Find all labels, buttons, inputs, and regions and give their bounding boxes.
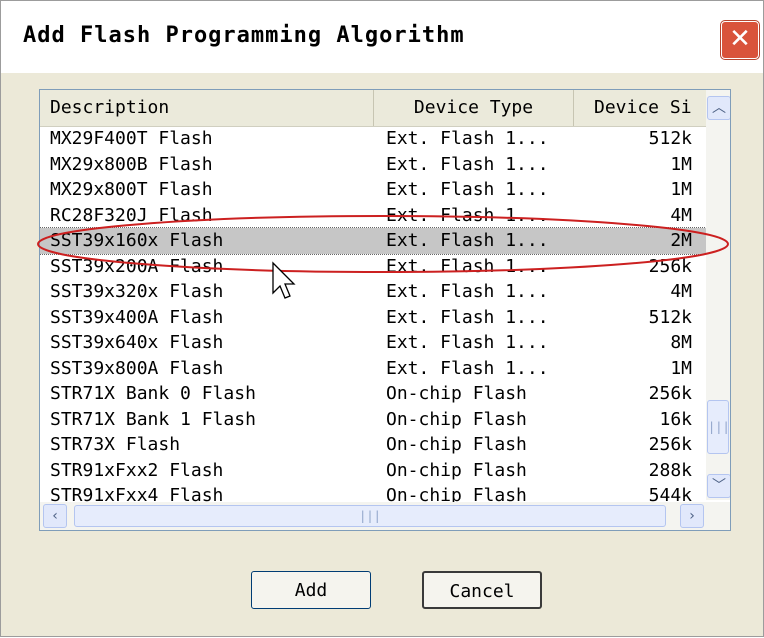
list-item[interactable]: STR71X Bank 1 Flash On-chip Flash 16k <box>40 407 712 433</box>
horizontal-scroll-thumb[interactable]: ||| <box>74 505 666 527</box>
row-device-size: 1M <box>670 357 692 379</box>
row-device-size: 1M <box>670 153 692 175</box>
chevron-right-icon[interactable]: › <box>680 504 704 528</box>
vertical-scrollbar[interactable]: ︿ ||| ﹀ <box>706 90 730 500</box>
row-device-type: Ext. Flash 1... <box>386 179 549 200</box>
close-icon[interactable]: ✕ <box>721 21 759 59</box>
row-device-type: Ext. Flash 1... <box>386 230 549 251</box>
list-item[interactable]: SST39x800A Flash Ext. Flash 1... 1M <box>40 356 712 382</box>
list-item[interactable]: MX29F400T Flash Ext. Flash 1... 512k <box>40 126 712 152</box>
row-device-type: Ext. Flash 1... <box>386 332 549 353</box>
list-item[interactable]: STR91xFxx2 Flash On-chip Flash 288k <box>40 458 712 484</box>
column-header-description[interactable]: Description <box>40 90 374 126</box>
row-description: STR71X Bank 0 Flash <box>50 383 256 404</box>
row-device-type: Ext. Flash 1... <box>386 204 549 226</box>
row-description: MX29x800B Flash <box>50 153 213 175</box>
list-item[interactable]: SST39x200A Flash Ext. Flash 1... 256k <box>40 254 712 280</box>
row-device-type: Ext. Flash 1... <box>386 306 549 328</box>
row-device-size: 16k <box>659 408 692 430</box>
row-device-type: Ext. Flash 1... <box>386 357 549 379</box>
row-device-size: 8M <box>670 332 692 353</box>
horizontal-scrollbar[interactable]: ‹ ||| › <box>40 502 730 530</box>
row-device-size: 256k <box>648 255 692 277</box>
row-description: SST39x320x Flash <box>50 281 224 302</box>
list-item[interactable]: SST39x640x Flash Ext. Flash 1... 8M <box>40 330 712 356</box>
row-device-type: On-chip Flash <box>386 408 527 430</box>
row-description: SST39x640x Flash <box>50 332 224 353</box>
column-header-device-type[interactable]: Device Type <box>374 90 574 126</box>
row-device-type: Ext. Flash 1... <box>386 128 549 149</box>
row-description: SST39x200A Flash <box>50 255 224 277</box>
list-item[interactable]: SST39x320x Flash Ext. Flash 1... 4M <box>40 279 712 305</box>
row-device-size: 2M <box>670 230 692 251</box>
list-item[interactable]: STR71X Bank 0 Flash On-chip Flash 256k <box>40 381 712 407</box>
add-button[interactable]: Add <box>251 571 371 609</box>
row-description: SST39x160x Flash <box>50 230 224 251</box>
chevron-up-icon[interactable]: ︿ <box>707 96 730 120</box>
list-item[interactable]: MX29x800T Flash Ext. Flash 1... 1M <box>40 177 712 203</box>
row-device-type: Ext. Flash 1... <box>386 255 549 277</box>
row-device-type: On-chip Flash <box>386 459 527 481</box>
list-item[interactable]: SST39x400A Flash Ext. Flash 1... 512k <box>40 305 712 331</box>
vertical-scroll-thumb[interactable]: ||| <box>707 400 730 454</box>
list-rows: MX29F400T Flash Ext. Flash 1... 512k MX29x8… <box>40 126 713 509</box>
row-device-size: 288k <box>648 459 692 481</box>
list-item[interactable]: SST39x160x Flash Ext. Flash 1... 2M <box>40 227 713 255</box>
row-description: STR71X Bank 1 Flash <box>50 408 256 430</box>
list-item[interactable]: MX29x800B Flash Ext. Flash 1... 1M <box>40 152 712 178</box>
row-description: RC28F320J Flash <box>50 204 213 226</box>
list-header: Description Device Type Device Si <box>40 90 714 127</box>
list-item[interactable]: STR73X Flash On-chip Flash 256k <box>40 432 712 458</box>
row-device-size: 512k <box>648 128 692 149</box>
row-device-type: Ext. Flash 1... <box>386 153 549 175</box>
row-device-size: 256k <box>648 383 692 404</box>
dialog-title: Add Flash Programming Algorithm <box>23 23 465 48</box>
column-header-device-size[interactable]: Device Si <box>574 90 714 126</box>
cancel-button[interactable]: Cancel <box>422 571 542 609</box>
row-description: MX29x800T Flash <box>50 179 213 200</box>
algorithm-list[interactable]: Description Device Type Device Si MX29F4… <box>39 89 731 531</box>
row-description: MX29F400T Flash <box>50 128 213 149</box>
row-device-size: 4M <box>670 204 692 226</box>
row-device-size: 256k <box>648 434 692 455</box>
add-flash-algorithm-dialog: Add Flash Programming Algorithm ✕ Descri… <box>0 0 764 637</box>
row-description: STR73X Flash <box>50 434 181 455</box>
row-device-type: Ext. Flash 1... <box>386 281 549 302</box>
row-description: SST39x400A Flash <box>50 306 224 328</box>
row-device-size: 4M <box>670 281 692 302</box>
row-description: STR91xFxx2 Flash <box>50 459 224 481</box>
list-item[interactable]: RC28F320J Flash Ext. Flash 1... 4M <box>40 203 712 229</box>
row-device-size: 512k <box>648 306 692 328</box>
chevron-left-icon[interactable]: ‹ <box>43 504 67 528</box>
row-device-size: 1M <box>670 179 692 200</box>
title-bar: Add Flash Programming Algorithm ✕ <box>1 1 763 73</box>
row-device-type: On-chip Flash <box>386 383 527 404</box>
chevron-down-icon[interactable]: ﹀ <box>707 474 730 498</box>
row-description: SST39x800A Flash <box>50 357 224 379</box>
row-device-type: On-chip Flash <box>386 434 527 455</box>
